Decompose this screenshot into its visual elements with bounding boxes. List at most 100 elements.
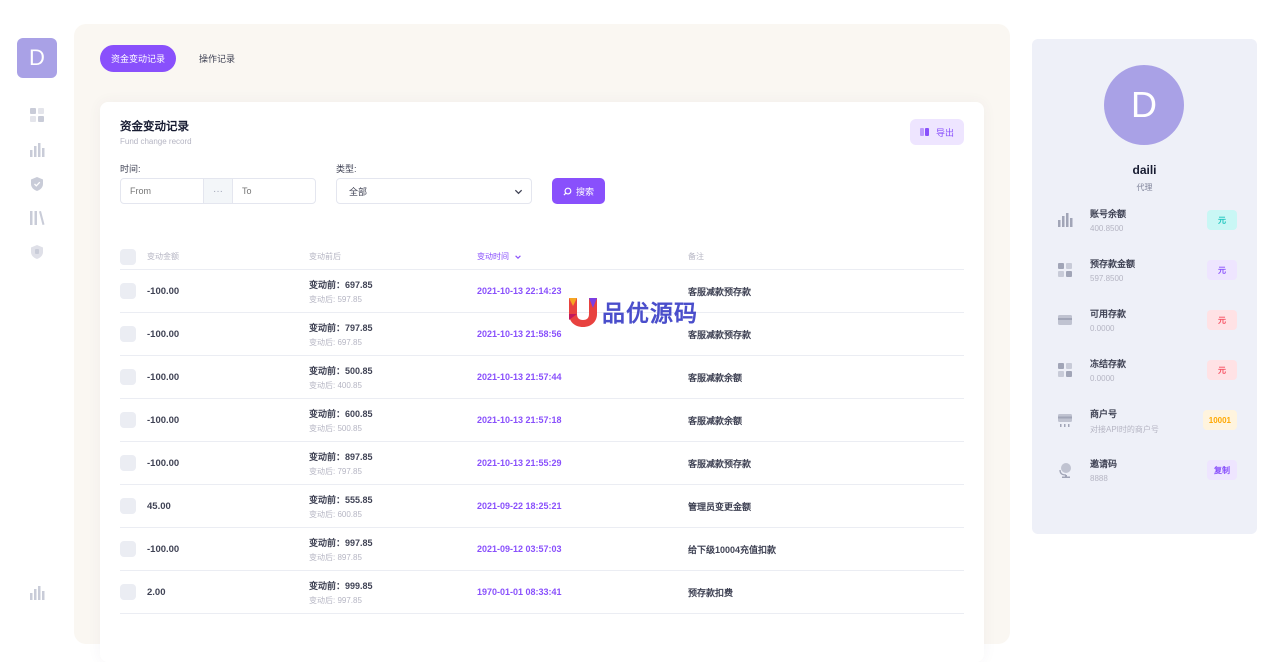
column-header-note[interactable]: 备注 [688, 251, 704, 262]
watermark: 品优源码 [566, 294, 698, 328]
row-amount: -100.00 [147, 371, 180, 383]
stat-item: 账号余额 400.8500 元 [1057, 207, 1237, 243]
row-before: 变动前：797.85 [309, 322, 373, 333]
row-change: 变动前：797.85 变动后: 697.85 [309, 321, 477, 348]
table-row[interactable]: -100.00 变动前：797.85 变动后: 697.85 2021-10-13 2… [120, 313, 964, 356]
row-checkbox[interactable] [120, 498, 136, 514]
row-note: 客服减款余额 [688, 415, 743, 426]
date-range-picker: ··· [120, 178, 316, 204]
stat-badge: 10001 [1202, 410, 1237, 430]
row-after: 变动后: 697.85 [309, 337, 362, 347]
row-note: 客服减款余额 [688, 372, 743, 383]
globe-icon [1057, 462, 1073, 478]
dashboard-icon[interactable] [29, 107, 45, 123]
row-change: 变动前：500.85 变动后: 400.85 [309, 364, 477, 391]
row-after: 变动后: 400.85 [309, 380, 362, 390]
stat-value: 对接API时的商户号 [1090, 425, 1159, 434]
table-row[interactable]: -100.00 变动前：897.85 变动后: 797.85 2021-10-13 2… [120, 442, 964, 485]
column-header-time-label: 变动时间 [477, 252, 509, 261]
stat-item: 可用存款 0.0000 元 [1057, 307, 1237, 343]
tab-fund-records[interactable]: 资金变动记录 [100, 45, 177, 72]
stat-badge[interactable]: 复制 [1207, 460, 1237, 480]
row-checkbox[interactable] [120, 584, 136, 600]
row-time: 2021-10-13 21:57:18 [477, 415, 562, 425]
stat-label: 邀请码 [1090, 459, 1118, 469]
export-button[interactable]: 导出 [909, 119, 964, 145]
table-row[interactable]: -100.00 变动前：600.85 变动后: 500.85 2021-10-13 2… [120, 399, 964, 442]
stat-label: 冻结存款 [1090, 359, 1127, 369]
row-change: 变动前：897.85 变动后: 797.85 [309, 450, 477, 477]
search-label: 搜索 [575, 186, 594, 197]
credit-card-icon [1057, 312, 1073, 328]
row-after: 变动后: 597.85 [309, 294, 362, 304]
stat-badge: 元 [1207, 260, 1237, 280]
stat-label: 商户号 [1090, 409, 1118, 419]
date-to-input[interactable] [233, 179, 315, 203]
shield-icon[interactable] [29, 176, 45, 192]
search-button[interactable]: 搜索 [552, 178, 605, 204]
stat-value: 400.8500 [1090, 224, 1124, 233]
column-header-change[interactable]: 变动前后 [309, 251, 477, 262]
row-before: 变动前：897.85 [309, 451, 373, 462]
row-checkbox[interactable] [120, 283, 136, 299]
row-change: 变动前：997.85 变动后: 897.85 [309, 536, 477, 563]
stat-badge: 元 [1207, 210, 1237, 230]
row-change: 变动前：600.85 变动后: 500.85 [309, 407, 477, 434]
row-note: 客服减款预存款 [688, 329, 752, 340]
table-row[interactable]: -100.00 变动前：697.85 变动后: 597.85 2021-10-13 2… [120, 270, 964, 313]
chart-icon[interactable] [29, 142, 45, 158]
row-amount: -100.00 [147, 328, 180, 340]
row-after: 变动后: 500.85 [309, 423, 362, 433]
row-checkbox[interactable] [120, 326, 136, 342]
logo[interactable]: D [17, 38, 57, 78]
type-selected-value: 全部 [349, 186, 368, 197]
stat-value: 597.8500 [1090, 274, 1124, 283]
table-row[interactable]: -100.00 变动前：500.85 变动后: 400.85 2021-10-13 2… [120, 356, 964, 399]
row-after: 变动后: 797.85 [309, 466, 362, 476]
column-header-amount[interactable]: 变动金额 [147, 251, 309, 262]
row-amount: -100.00 [147, 285, 180, 297]
row-change: 变动前：697.85 变动后: 597.85 [309, 278, 477, 305]
table-header: 变动金额 变动前后 变动时间 备注 [120, 244, 964, 270]
row-time: 2021-09-12 03:57:03 [477, 544, 562, 554]
row-before: 变动前：600.85 [309, 408, 373, 419]
row-after: 变动后: 600.85 [309, 509, 362, 519]
library-icon[interactable] [29, 210, 45, 226]
stat-badge: 元 [1207, 310, 1237, 330]
table-row[interactable]: 2.00 变动前：999.85 变动后: 997.85 1970-01-01 08:3… [120, 571, 964, 614]
fund-records-table: 变动金额 变动前后 变动时间 备注 -100.00 变动前：697.85 变动后: … [120, 244, 964, 614]
row-time: 2021-09-22 18:25:21 [477, 501, 562, 511]
table-row[interactable]: 45.00 变动前：555.85 变动后: 600.85 2021-09-22 18:… [120, 485, 964, 528]
row-checkbox[interactable] [120, 455, 136, 471]
date-from-input[interactable] [121, 179, 203, 203]
row-before: 变动前：555.85 [309, 494, 373, 505]
time-label: 时间: [120, 164, 141, 174]
row-note: 管理员变更金额 [688, 501, 752, 512]
card-title: 资金变动记录 [120, 121, 189, 133]
row-checkbox[interactable] [120, 412, 136, 428]
type-select[interactable]: 全部 [336, 178, 532, 204]
column-header-time[interactable]: 变动时间 [477, 251, 688, 262]
profile-panel: D daili 代理 账号余额 400.8500 元预存款金额 597.8500 元可用… [1032, 39, 1257, 534]
chart-bottom-icon[interactable] [29, 585, 45, 601]
export-label: 导出 [935, 127, 954, 138]
row-before: 变动前：999.85 [309, 580, 373, 591]
row-time: 2021-10-13 21:55:29 [477, 458, 562, 468]
tab-operation-records[interactable]: 操作记录 [188, 45, 246, 72]
row-amount: -100.00 [147, 543, 180, 555]
avatar[interactable]: D [1104, 65, 1184, 145]
row-checkbox[interactable] [120, 541, 136, 557]
shield-alt-icon[interactable] [29, 244, 45, 260]
stat-item: 邀请码 8888 复制 [1057, 457, 1237, 493]
stat-item: 冻结存款 0.0000 元 [1057, 357, 1237, 393]
row-change: 变动前：999.85 变动后: 997.85 [309, 579, 477, 606]
stat-label: 账号余额 [1090, 209, 1127, 219]
stat-value: 8888 [1090, 474, 1108, 483]
row-checkbox[interactable] [120, 369, 136, 385]
table-row[interactable]: -100.00 变动前：997.85 变动后: 897.85 2021-09-12 0… [120, 528, 964, 571]
row-after: 变动后: 997.85 [309, 595, 362, 605]
row-time: 2021-10-13 21:57:44 [477, 372, 562, 382]
select-all-checkbox[interactable] [120, 248, 136, 265]
row-time: 2021-10-13 21:58:56 [477, 329, 562, 339]
row-note: 客服减款预存款 [688, 458, 752, 469]
